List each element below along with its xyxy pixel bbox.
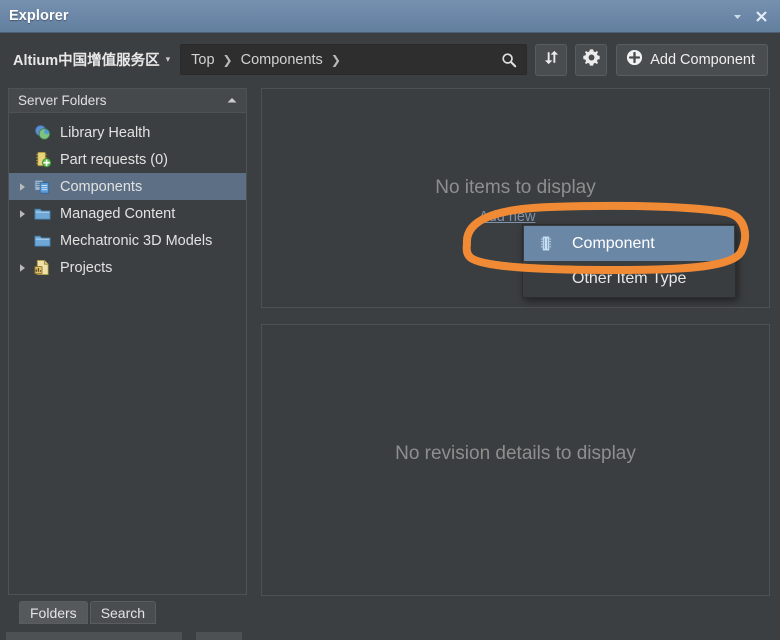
- title-bar-buttons: [730, 9, 769, 24]
- twisty-placeholder: [13, 119, 31, 146]
- component-chip-icon: [534, 234, 558, 254]
- chevron-up-icon[interactable]: [226, 96, 238, 105]
- twisty-placeholder: [13, 146, 31, 173]
- add-new-context-menu: Component Other Item Type: [522, 224, 736, 298]
- title-bar: Explorer: [0, 0, 780, 33]
- plus-circle-icon: [626, 49, 643, 71]
- revision-empty-message: No revision details to display: [395, 443, 636, 464]
- server-folders-panel: Server Folders Library Health Part reque…: [8, 88, 247, 595]
- toolbar: Altium中国增值服务区 ▾ Top ❯ Components ❯ Add C…: [0, 33, 780, 86]
- breadcrumb: Top ❯ Components ❯: [180, 44, 528, 75]
- tab-label: Folders: [30, 604, 77, 621]
- sidebar-item-library-health[interactable]: Library Health: [9, 119, 246, 146]
- window-title: Explorer: [9, 8, 69, 24]
- search-icon[interactable]: [500, 51, 518, 69]
- tab-label: Search: [100, 604, 146, 621]
- breadcrumb-item-top[interactable]: Top: [191, 52, 214, 68]
- sidebar-item-label: Managed Content: [60, 205, 176, 222]
- vault-selector[interactable]: Altium中国增值服务区 ▾: [13, 49, 170, 70]
- menu-item-label: Component: [572, 234, 655, 252]
- refresh-icon: [542, 48, 561, 72]
- add-component-label: Add Component: [650, 51, 755, 68]
- chevron-down-icon: ▾: [165, 54, 171, 64]
- explorer-window: Explorer Altium中国增值服务区 ▾ Top ❯ Component…: [0, 0, 780, 640]
- menu-item-component[interactable]: Component: [524, 226, 734, 261]
- breadcrumb-separator: ❯: [222, 52, 233, 67]
- breadcrumb-separator: ❯: [330, 52, 341, 67]
- panel-tabs: Folders Search: [19, 601, 157, 624]
- cutoff-bottom-strip: [0, 632, 780, 640]
- sidebar-item-label: Projects: [60, 259, 113, 276]
- chevron-down-icon[interactable]: [730, 9, 745, 24]
- expand-arrow-icon[interactable]: [13, 254, 31, 281]
- tab-folders[interactable]: Folders: [19, 601, 88, 624]
- revision-details-panel: No revision details to display: [261, 324, 770, 596]
- sidebar-item-label: Part requests (0): [60, 151, 168, 168]
- sidebar-item-managed-content[interactable]: Managed Content: [9, 200, 246, 227]
- breadcrumb-item-components[interactable]: Components: [241, 52, 323, 68]
- server-folders-title: Server Folders: [18, 93, 107, 108]
- folder-icon: [31, 204, 53, 224]
- twisty-placeholder: [13, 227, 31, 254]
- menu-item-label: Other Item Type: [572, 269, 687, 287]
- vault-name-label: Altium中国增值服务区: [13, 53, 160, 69]
- sidebar-item-label: Mechatronic 3D Models: [60, 232, 213, 249]
- add-component-button[interactable]: Add Component: [616, 43, 768, 76]
- gear-icon: [582, 48, 601, 72]
- part-request-icon: [31, 150, 53, 170]
- close-icon[interactable]: [754, 9, 769, 24]
- expand-arrow-icon[interactable]: [13, 173, 31, 200]
- projects-icon: [31, 258, 53, 278]
- menu-item-other-item-type[interactable]: Other Item Type: [524, 261, 734, 296]
- sidebar-item-components[interactable]: Components: [9, 173, 246, 200]
- sidebar-item-label: Components: [60, 178, 143, 195]
- sidebar-item-part-requests[interactable]: Part requests (0): [9, 146, 246, 173]
- sidebar-item-mechatronic-3d-models[interactable]: Mechatronic 3D Models: [9, 227, 246, 254]
- sidebar-item-projects[interactable]: Projects: [9, 254, 246, 281]
- tab-search[interactable]: Search: [89, 601, 157, 624]
- add-new-link[interactable]: Add new: [479, 209, 535, 225]
- folder-icon: [31, 231, 53, 251]
- items-empty-message: No items to display: [435, 177, 596, 198]
- components-icon: [31, 177, 53, 197]
- settings-button[interactable]: [575, 43, 608, 76]
- refresh-button[interactable]: [535, 43, 568, 76]
- library-health-icon: [31, 123, 53, 143]
- server-folders-tree: Library Health Part requests (0) Compone…: [9, 113, 246, 281]
- expand-arrow-icon[interactable]: [13, 200, 31, 227]
- sidebar-item-label: Library Health: [60, 124, 151, 141]
- server-folders-header[interactable]: Server Folders: [9, 89, 246, 113]
